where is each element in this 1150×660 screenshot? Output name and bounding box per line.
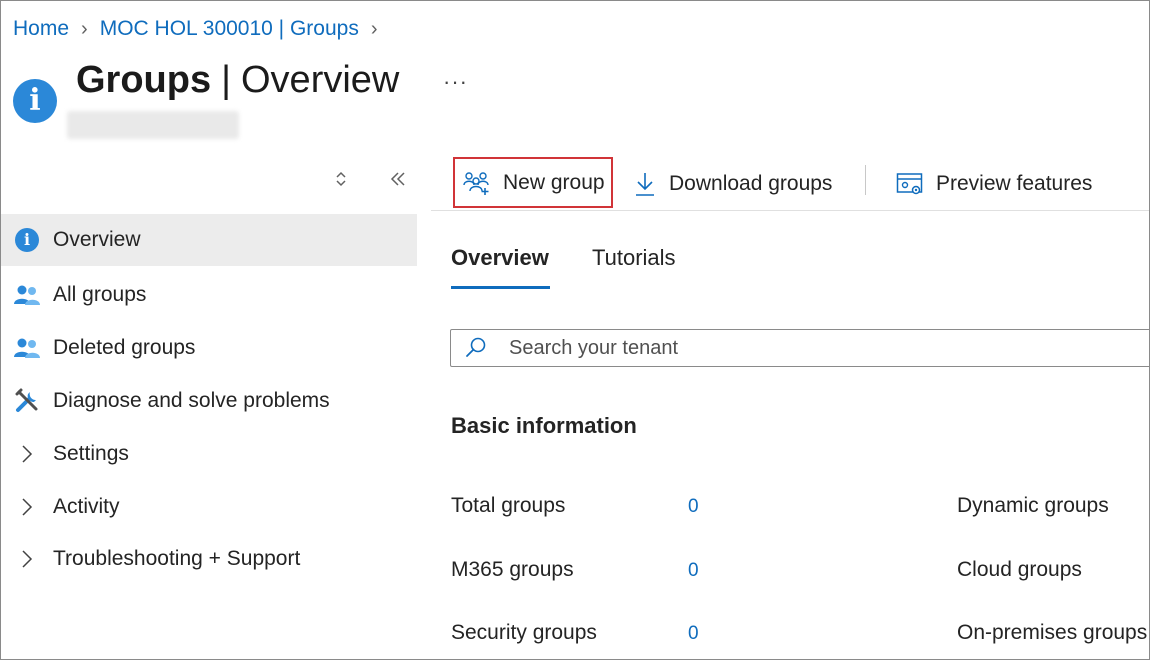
dynamic-groups-label: Dynamic groups (957, 494, 1109, 517)
download-icon (633, 171, 669, 197)
sidebar-item-label: Troubleshooting + Support (53, 547, 301, 570)
m365-groups-label: M365 groups (451, 558, 574, 581)
sidebar-item-overview[interactable]: i Overview (1, 214, 417, 266)
page-title: Groups | Overview (76, 59, 399, 102)
chevron-right-icon: › (81, 17, 88, 40)
add-group-icon (463, 170, 503, 196)
cloud-groups-label: Cloud groups (957, 558, 1082, 581)
tenant-name-redacted (67, 111, 239, 139)
toolbar-divider (865, 165, 866, 195)
chevron-right-icon (1, 444, 53, 464)
sidebar-item-troubleshooting[interactable]: Troubleshooting + Support (1, 533, 417, 585)
total-groups-value[interactable]: 0 (688, 496, 699, 518)
sidebar-item-label: Settings (53, 442, 129, 465)
breadcrumb-groups-link[interactable]: MOC HOL 300010 | Groups (100, 17, 359, 41)
info-icon: i (15, 228, 39, 252)
sidebar-item-label: Overview (53, 228, 141, 251)
sidebar-item-settings[interactable]: Settings (1, 428, 417, 480)
sidebar-item-label: Deleted groups (53, 336, 196, 359)
security-groups-label: Security groups (451, 621, 597, 644)
tab-tutorials[interactable]: Tutorials (592, 245, 676, 271)
sidebar-item-all-groups[interactable]: All groups (1, 269, 417, 321)
search-icon (451, 336, 501, 360)
info-icon: i (13, 79, 57, 123)
breadcrumb-home-link[interactable]: Home (13, 17, 69, 41)
group-icon (1, 336, 53, 360)
page-title-main: Groups (76, 59, 212, 101)
breadcrumb: Home › MOC HOL 300010 | Groups › (13, 17, 390, 41)
search-input[interactable] (501, 336, 1109, 360)
sidebar-item-label: Diagnose and solve problems (53, 389, 330, 412)
page-title-separator: | (221, 59, 231, 101)
sidebar-item-label: All groups (53, 283, 147, 306)
page-title-sub: Overview (241, 59, 400, 101)
tenant-search-box[interactable] (450, 329, 1149, 367)
chevron-right-icon (1, 549, 53, 569)
security-groups-value[interactable]: 0 (688, 623, 699, 645)
new-group-button[interactable]: New group (453, 157, 613, 208)
wrench-icon (1, 388, 53, 414)
sidebar-item-deleted-groups[interactable]: Deleted groups (1, 322, 417, 374)
portal-window: Home › MOC HOL 300010 | Groups › i Group… (0, 0, 1150, 660)
download-groups-button[interactable]: Download groups (633, 159, 832, 209)
on-premises-groups-label: On-premises groups (957, 621, 1148, 644)
sidebar-item-activity[interactable]: Activity (1, 481, 417, 533)
chevron-right-icon: › (370, 17, 378, 40)
preview-features-button[interactable]: Preview features (896, 159, 1092, 209)
chevron-right-icon (1, 497, 53, 517)
group-icon (1, 283, 53, 307)
toolbar-separator-line (431, 210, 1149, 211)
more-actions-button[interactable]: ··· (443, 69, 468, 95)
active-tab-indicator (451, 286, 550, 289)
total-groups-label: Total groups (451, 494, 566, 517)
preview-features-icon (896, 171, 936, 197)
collapse-expand-icon[interactable] (334, 169, 348, 195)
preview-features-label: Preview features (936, 172, 1093, 195)
basic-information-heading: Basic information (451, 413, 637, 438)
download-groups-label: Download groups (669, 172, 833, 195)
sidebar-item-diagnose[interactable]: Diagnose and solve problems (1, 375, 417, 427)
sidebar-item-label: Activity (53, 495, 120, 518)
m365-groups-value[interactable]: 0 (688, 560, 699, 582)
collapse-sidebar-icon[interactable] (388, 169, 408, 195)
tab-overview[interactable]: Overview (451, 245, 549, 271)
new-group-label: New group (503, 170, 605, 194)
